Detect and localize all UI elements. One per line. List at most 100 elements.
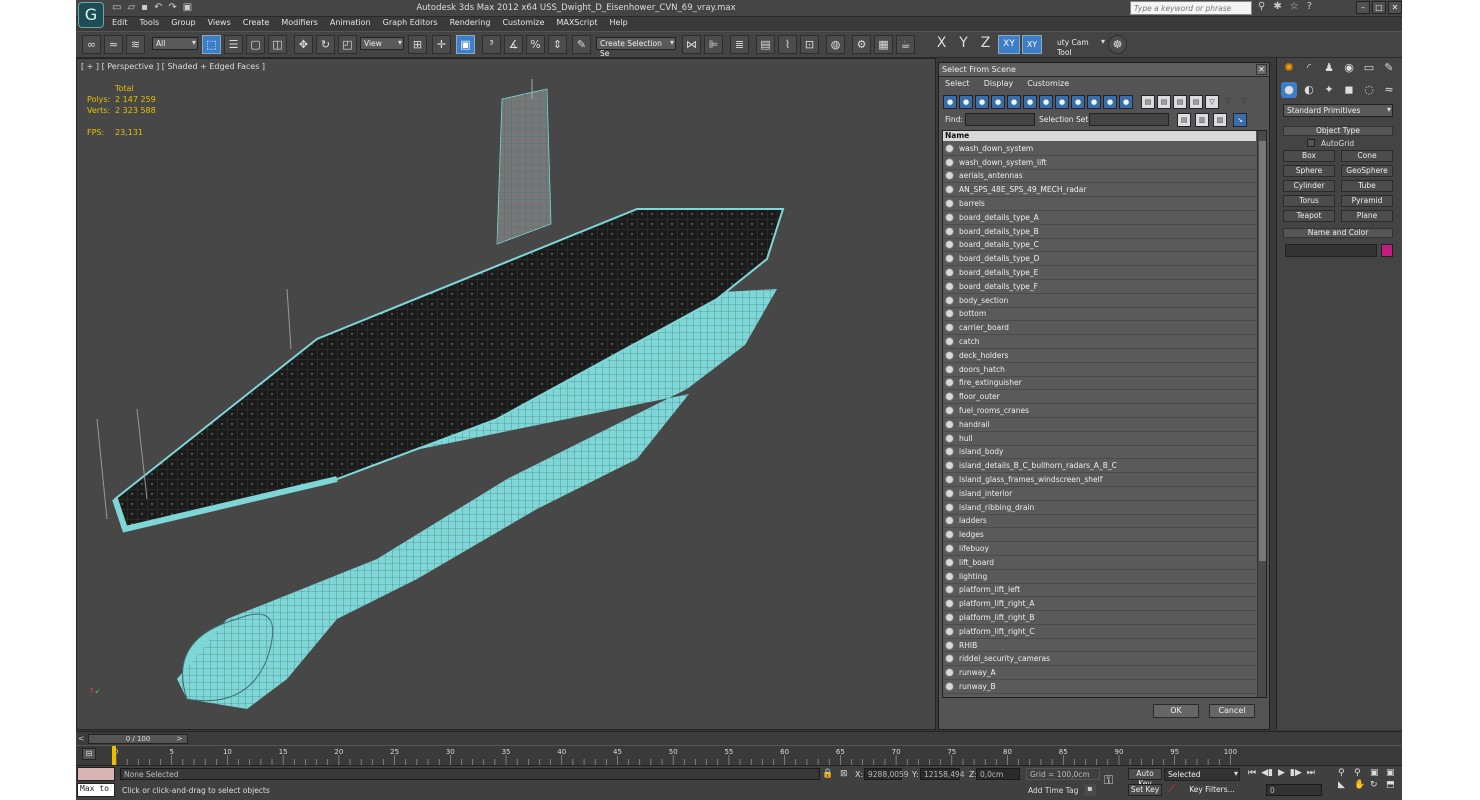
time-slider[interactable]: 0 / 100 [88, 734, 188, 744]
lights-filter-icon[interactable]: ● [975, 95, 989, 109]
display-all-icon[interactable]: ▤ [1141, 95, 1155, 109]
unlink-icon[interactable]: ≈ [104, 35, 123, 54]
binoculars-icon[interactable]: ⚲ [1258, 1, 1265, 12]
containers-filter-icon[interactable]: ● [1087, 95, 1101, 109]
selection-filter-dropdown[interactable]: All [152, 37, 198, 50]
list-item[interactable]: board_details_type_A [943, 211, 1256, 225]
spacewarps-filter-icon[interactable]: ● [1023, 95, 1037, 109]
list-item[interactable]: aerials_antennas [943, 170, 1256, 184]
y-axis-icon[interactable]: Y [954, 35, 973, 54]
set-key-icon[interactable]: ⟋ [1168, 784, 1182, 796]
list-item[interactable]: AN_SPS_48E_SPS_49_MECH_radar [943, 183, 1256, 198]
subscription-icon[interactable]: ✱ [1273, 1, 1281, 12]
reference-coordinate-dropdown[interactable]: View [360, 37, 404, 50]
list-item[interactable]: platform_lift_right_C [943, 625, 1256, 639]
mini-curve-editor-icon[interactable]: ⊟ [82, 748, 96, 760]
link-icon[interactable]: ∞ [82, 35, 101, 54]
rotate-icon[interactable]: ↻ [316, 35, 335, 54]
zoom-all-icon[interactable]: ⚲ [1354, 768, 1368, 778]
move-icon[interactable]: ✥ [294, 35, 313, 54]
shapes-icon[interactable]: ◐ [1301, 82, 1317, 98]
list-item[interactable]: hull [943, 432, 1256, 446]
absolute-mode-icon[interactable]: ⊠ [840, 769, 848, 779]
list-item[interactable]: platform_lift_right_B [943, 611, 1256, 625]
cancel-button[interactable]: Cancel [1209, 704, 1255, 718]
dialog-menu-select[interactable]: Select [945, 79, 970, 88]
list-item[interactable]: lift_board [943, 556, 1256, 570]
scale-icon[interactable]: ◰ [338, 35, 357, 54]
layer-manager-icon[interactable]: ≣ [730, 35, 749, 54]
angle-snap-icon[interactable]: ∡ [504, 35, 523, 54]
name-column-header[interactable]: Name [943, 131, 1256, 141]
spacewarps-icon[interactable]: ≈ [1381, 82, 1397, 98]
box-button[interactable]: Box [1283, 150, 1335, 162]
groups-filter-icon[interactable]: ● [1039, 95, 1053, 109]
menu-maxscript[interactable]: MAXScript [550, 18, 603, 30]
autogrid-checkbox[interactable] [1307, 139, 1315, 147]
hierarchy-tab-icon[interactable]: ♟ [1321, 60, 1337, 76]
project-folder-icon[interactable]: ▣ [183, 2, 192, 13]
frozen-filter-icon[interactable]: ● [1103, 95, 1117, 109]
ok-button[interactable]: OK [1153, 704, 1199, 718]
track-bar[interactable]: ⊟ 05101520253035404550556065707580859095… [76, 745, 1402, 766]
primitive-category-dropdown[interactable]: Standard Primitives [1283, 104, 1393, 117]
pyramid-button[interactable]: Pyramid [1341, 195, 1393, 207]
list-item[interactable]: runway_A [943, 666, 1256, 681]
name-and-color-rollout[interactable]: Name and Color [1283, 228, 1393, 238]
filter-toggle-icon[interactable]: ▽ [1221, 95, 1235, 109]
xy-cycle-icon[interactable]: XY [1022, 35, 1042, 54]
display-tab-icon[interactable]: ▭ [1361, 60, 1377, 76]
go-to-end-icon[interactable]: ⏭ [1307, 768, 1315, 778]
geometry-icon[interactable]: ● [1281, 82, 1297, 98]
y-coordinate-field[interactable]: 12158,494 [920, 768, 965, 780]
time-tag-icon[interactable]: ▪ [1084, 784, 1096, 796]
menu-tools[interactable]: Tools [134, 18, 166, 30]
list-item[interactable]: Island_glass_frames_windscreen_shelf [943, 473, 1256, 487]
geosphere-button[interactable]: GeoSphere [1341, 165, 1393, 177]
maxscript-input[interactable]: Max to [77, 783, 115, 797]
sphere-button[interactable]: Sphere [1283, 165, 1335, 177]
next-key-icon[interactable]: ▮▶ [1290, 768, 1302, 778]
list-item[interactable]: lifebuoy [943, 542, 1256, 556]
minimize-button[interactable]: – [1356, 1, 1370, 14]
tube-button[interactable]: Tube [1341, 180, 1393, 192]
x-coordinate-field[interactable]: 9288,0059 [864, 768, 909, 780]
list-item[interactable]: barrels [943, 197, 1256, 211]
object-name-input[interactable] [1285, 244, 1377, 257]
set-key-button[interactable]: Set Key [1128, 784, 1162, 796]
list-item[interactable]: island_body [943, 446, 1256, 460]
select-all-icon[interactable]: ▤ [1177, 113, 1191, 127]
cone-button[interactable]: Cone [1341, 150, 1393, 162]
create-tab-icon[interactable]: ✺ [1281, 60, 1297, 76]
scrollbar-thumb[interactable] [1259, 141, 1266, 561]
spinner-snap-icon[interactable]: ⇕ [548, 35, 567, 54]
list-item[interactable]: carrier_board [943, 321, 1256, 336]
list-item[interactable]: board_details_type_B [943, 225, 1256, 239]
teapot-button[interactable]: Teapot [1283, 210, 1335, 222]
list-item[interactable]: platform_lift_left [943, 584, 1256, 598]
open-file-icon[interactable]: ▱ [127, 2, 135, 13]
current-frame-marker[interactable] [112, 746, 116, 766]
display-subtree-icon[interactable]: ▤ [1189, 95, 1203, 109]
list-item[interactable]: board_details_type_D [943, 252, 1256, 267]
select-none-icon[interactable]: ▥ [1195, 113, 1209, 127]
orbit-icon[interactable]: ↻ [1370, 780, 1384, 790]
menu-help[interactable]: Help [604, 18, 634, 30]
play-icon[interactable]: ▶ [1278, 768, 1285, 778]
dialog-close-button[interactable]: ✕ [1256, 64, 1267, 75]
object-color-swatch[interactable] [1381, 244, 1393, 257]
list-item[interactable]: lighting [943, 570, 1256, 584]
xrefs-filter-icon[interactable]: ● [1055, 95, 1069, 109]
list-item[interactable]: riddel_security_cameras [943, 652, 1256, 667]
camera-tool-icon[interactable]: ☸ [1108, 35, 1127, 54]
current-frame-field[interactable]: 0 [1266, 784, 1322, 796]
auto-key-button[interactable]: Auto Key [1128, 768, 1162, 788]
render-production-icon[interactable]: ☕ [896, 35, 915, 54]
window-crossing-icon[interactable]: ◫ [268, 35, 287, 54]
maxscript-listener-mini[interactable] [77, 767, 115, 781]
select-invert-icon[interactable]: ▧ [1213, 113, 1227, 127]
plane-button[interactable]: Plane [1341, 210, 1393, 222]
zoom-extents-icon[interactable]: ▣ [1370, 768, 1384, 778]
go-to-start-icon[interactable]: ⏮ [1248, 768, 1256, 778]
key-filters-button[interactable]: Key Filters... [1184, 784, 1240, 796]
